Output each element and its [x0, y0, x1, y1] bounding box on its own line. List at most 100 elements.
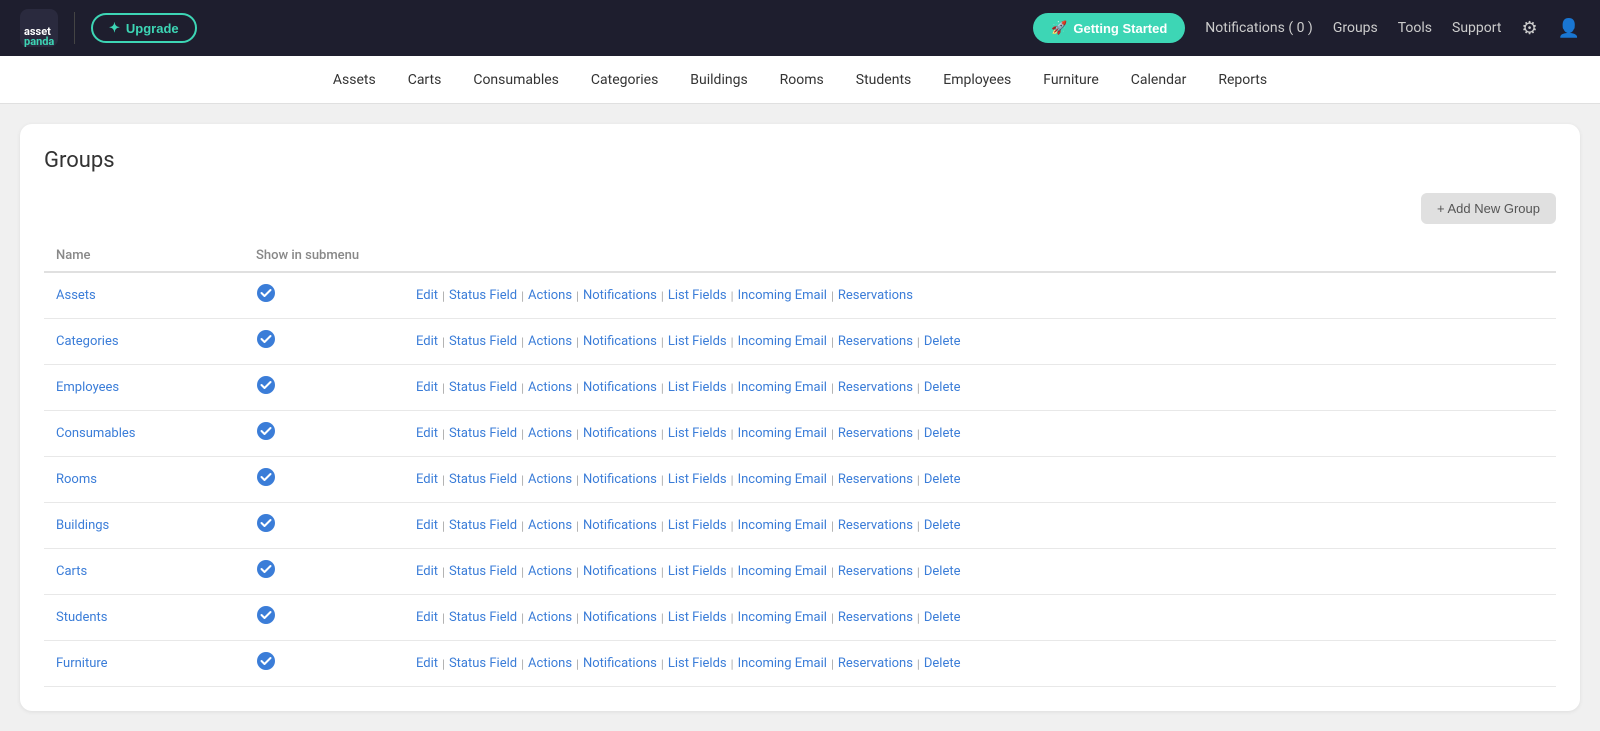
getting-started-button[interactable]: 🚀 Getting Started — [1033, 13, 1185, 43]
group-name-link[interactable]: Rooms — [56, 472, 97, 487]
action-link-delete[interactable]: Delete — [924, 426, 961, 441]
action-link-reservations[interactable]: Reservations — [838, 656, 913, 671]
action-link-actions[interactable]: Actions — [528, 288, 572, 303]
action-link-status-field[interactable]: Status Field — [449, 426, 517, 441]
action-link-reservations[interactable]: Reservations — [838, 564, 913, 579]
action-link-notifications[interactable]: Notifications — [583, 610, 657, 625]
action-link-reservations[interactable]: Reservations — [838, 380, 913, 395]
action-link-notifications[interactable]: Notifications — [583, 656, 657, 671]
action-link-incoming-email[interactable]: Incoming Email — [738, 472, 827, 487]
action-link-notifications[interactable]: Notifications — [583, 334, 657, 349]
action-link-reservations[interactable]: Reservations — [838, 426, 913, 441]
action-link-reservations[interactable]: Reservations — [838, 472, 913, 487]
action-link-status-field[interactable]: Status Field — [449, 518, 517, 533]
action-link-incoming-email[interactable]: Incoming Email — [738, 656, 827, 671]
group-name-link[interactable]: Assets — [56, 288, 96, 303]
action-link-delete[interactable]: Delete — [924, 610, 961, 625]
action-link-notifications[interactable]: Notifications — [583, 518, 657, 533]
group-name-link[interactable]: Employees — [56, 380, 119, 395]
action-link-incoming-email[interactable]: Incoming Email — [738, 288, 827, 303]
action-link-notifications[interactable]: Notifications — [583, 472, 657, 487]
tools-link[interactable]: Tools — [1398, 20, 1432, 36]
action-link-delete[interactable]: Delete — [924, 564, 961, 579]
action-link-edit[interactable]: Edit — [416, 656, 438, 671]
nav-assets[interactable]: Assets — [333, 72, 376, 88]
action-link-status-field[interactable]: Status Field — [449, 656, 517, 671]
action-link-notifications[interactable]: Notifications — [583, 380, 657, 395]
action-link-actions[interactable]: Actions — [528, 334, 572, 349]
action-link-reservations[interactable]: Reservations — [838, 334, 913, 349]
action-link-list-fields[interactable]: List Fields — [668, 288, 727, 303]
action-link-incoming-email[interactable]: Incoming Email — [738, 380, 827, 395]
action-link-status-field[interactable]: Status Field — [449, 380, 517, 395]
action-link-notifications[interactable]: Notifications — [583, 288, 657, 303]
action-link-incoming-email[interactable]: Incoming Email — [738, 610, 827, 625]
action-link-reservations[interactable]: Reservations — [838, 288, 913, 303]
nav-rooms[interactable]: Rooms — [780, 72, 824, 88]
action-link-actions[interactable]: Actions — [528, 610, 572, 625]
action-link-list-fields[interactable]: List Fields — [668, 518, 727, 533]
group-name-link[interactable]: Consumables — [56, 426, 135, 441]
action-link-list-fields[interactable]: List Fields — [668, 334, 727, 349]
nav-categories[interactable]: Categories — [591, 72, 658, 88]
groups-link[interactable]: Groups — [1333, 20, 1378, 36]
nav-students[interactable]: Students — [856, 72, 911, 88]
action-link-status-field[interactable]: Status Field — [449, 472, 517, 487]
action-link-status-field[interactable]: Status Field — [449, 334, 517, 349]
action-link-status-field[interactable]: Status Field — [449, 564, 517, 579]
action-link-list-fields[interactable]: List Fields — [668, 610, 727, 625]
action-link-list-fields[interactable]: List Fields — [668, 472, 727, 487]
action-link-list-fields[interactable]: List Fields — [668, 380, 727, 395]
nav-carts[interactable]: Carts — [408, 72, 442, 88]
action-link-edit[interactable]: Edit — [416, 380, 438, 395]
action-link-notifications[interactable]: Notifications — [583, 426, 657, 441]
action-link-actions[interactable]: Actions — [528, 656, 572, 671]
nav-furniture[interactable]: Furniture — [1043, 72, 1099, 88]
action-link-incoming-email[interactable]: Incoming Email — [738, 518, 827, 533]
action-link-status-field[interactable]: Status Field — [449, 288, 517, 303]
action-link-reservations[interactable]: Reservations — [838, 518, 913, 533]
action-link-list-fields[interactable]: List Fields — [668, 656, 727, 671]
group-name-link[interactable]: Categories — [56, 334, 119, 349]
action-link-delete[interactable]: Delete — [924, 472, 961, 487]
action-link-actions[interactable]: Actions — [528, 472, 572, 487]
action-link-list-fields[interactable]: List Fields — [668, 564, 727, 579]
group-name-link[interactable]: Furniture — [56, 656, 108, 671]
group-name-link[interactable]: Carts — [56, 564, 87, 579]
nav-employees[interactable]: Employees — [943, 72, 1011, 88]
action-link-incoming-email[interactable]: Incoming Email — [738, 426, 827, 441]
action-link-list-fields[interactable]: List Fields — [668, 426, 727, 441]
nav-reports[interactable]: Reports — [1218, 72, 1267, 88]
add-new-group-button[interactable]: + Add New Group — [1421, 193, 1556, 224]
action-link-edit[interactable]: Edit — [416, 472, 438, 487]
notifications-link[interactable]: Notifications ( 0 ) — [1205, 20, 1313, 36]
action-link-delete[interactable]: Delete — [924, 380, 961, 395]
action-link-reservations[interactable]: Reservations — [838, 610, 913, 625]
settings-icon[interactable]: ⚙ — [1521, 18, 1537, 39]
action-link-incoming-email[interactable]: Incoming Email — [738, 334, 827, 349]
action-link-delete[interactable]: Delete — [924, 334, 961, 349]
action-link-edit[interactable]: Edit — [416, 564, 438, 579]
group-name-link[interactable]: Students — [56, 610, 108, 625]
action-link-incoming-email[interactable]: Incoming Email — [738, 564, 827, 579]
upgrade-button[interactable]: ✦ Upgrade — [91, 13, 197, 43]
action-link-actions[interactable]: Actions — [528, 426, 572, 441]
action-link-actions[interactable]: Actions — [528, 564, 572, 579]
action-link-actions[interactable]: Actions — [528, 518, 572, 533]
action-link-notifications[interactable]: Notifications — [583, 564, 657, 579]
action-link-delete[interactable]: Delete — [924, 656, 961, 671]
support-link[interactable]: Support — [1452, 20, 1501, 36]
nav-calendar[interactable]: Calendar — [1131, 72, 1187, 88]
action-link-edit[interactable]: Edit — [416, 518, 438, 533]
action-link-edit[interactable]: Edit — [416, 334, 438, 349]
action-link-delete[interactable]: Delete — [924, 518, 961, 533]
action-link-status-field[interactable]: Status Field — [449, 610, 517, 625]
action-link-edit[interactable]: Edit — [416, 610, 438, 625]
action-link-edit[interactable]: Edit — [416, 288, 438, 303]
action-link-actions[interactable]: Actions — [528, 380, 572, 395]
user-icon[interactable]: 👤 — [1558, 18, 1580, 39]
action-link-edit[interactable]: Edit — [416, 426, 438, 441]
nav-consumables[interactable]: Consumables — [473, 72, 559, 88]
group-name-link[interactable]: Buildings — [56, 518, 109, 533]
nav-buildings[interactable]: Buildings — [690, 72, 747, 88]
